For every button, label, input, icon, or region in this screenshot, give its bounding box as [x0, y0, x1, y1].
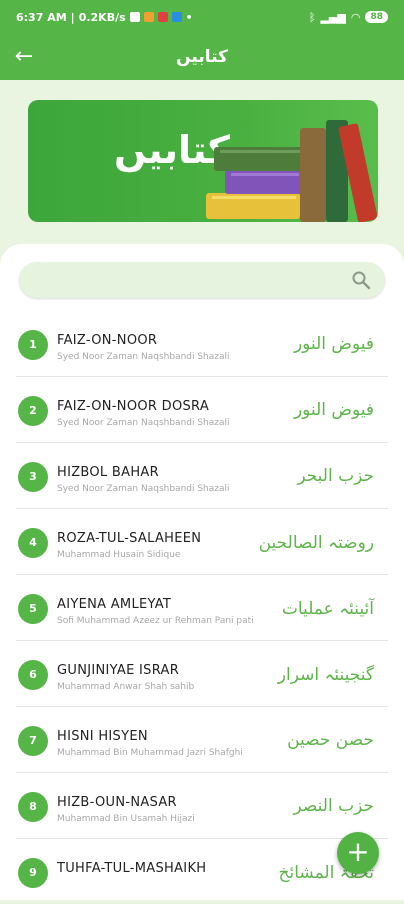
banner: کتابیں — [28, 100, 378, 222]
book-author: Muhammad Bin Muhammad Jazri Shafghi — [57, 748, 243, 758]
page-title: کتابیں — [176, 47, 228, 67]
book-author: Muhammad Anwar Shah sahib — [57, 682, 195, 692]
notification-icon — [129, 12, 140, 22]
book-title-english: GUNJINIYAE ISRAR — [57, 663, 180, 678]
number-badge: 1 — [18, 330, 48, 360]
status-left: 6:37 AM | 0.2KB/s • — [16, 11, 193, 24]
book-title-urdu: حزب النصر — [293, 796, 374, 816]
search-bar[interactable] — [19, 262, 385, 298]
book-title-english: ROZA-TUL-SALAHEEN — [57, 531, 202, 546]
book-author: Sofi Muhammad Azeez ur Rehman Pani pati — [57, 616, 254, 626]
badge-number: 5 — [29, 602, 37, 615]
status-bar: 6:37 AM | 0.2KB/s • ᛒ ▂▄▆ ◠ 88 — [0, 0, 404, 34]
list-item[interactable]: 7 HISNI HISYEN Muhammad Bin Muhammad Jaz… — [16, 706, 388, 773]
book-author: Muhammad Bin Usamah Hijazi — [57, 814, 195, 824]
dot-icon: • — [185, 10, 193, 24]
status-speed: 0.2KB/s — [78, 10, 126, 24]
number-badge: 8 — [18, 792, 48, 822]
book-title-english: FAIZ-ON-NOOR — [57, 333, 158, 348]
badge-number: 7 — [29, 734, 37, 747]
number-badge: 7 — [18, 726, 48, 756]
book-author: Syed Noor Zaman Naqshbandi Shazali — [57, 418, 230, 428]
list-item[interactable]: 9 TUHFA-TUL-MASHAIKH تحفۃ المشائخ — [16, 838, 388, 904]
number-badge: 6 — [18, 660, 48, 690]
badge-number: 4 — [29, 536, 37, 549]
book-title-urdu: حزب البحر — [297, 466, 374, 486]
book-title-urdu: فیوض النور — [293, 400, 374, 420]
book-title-urdu: روضتہ الصالحین — [258, 533, 374, 553]
battery-icon: 88 — [365, 11, 388, 23]
book-title-urdu: فیوض النور — [293, 334, 374, 354]
badge-number: 3 — [29, 470, 37, 483]
list-item[interactable]: 4 ROZA-TUL-SALAHEEN Muhammad Husain Sidi… — [16, 508, 388, 575]
books-illustration-icon — [206, 120, 378, 222]
book-title-english: HISNI HISYEN — [57, 729, 148, 744]
number-badge: 2 — [18, 396, 48, 426]
number-badge: 9 — [18, 858, 48, 888]
book-author: Syed Noor Zaman Naqshbandi Shazali — [57, 484, 230, 494]
list-item[interactable]: 5 AIYENA AMLEYAT Sofi Muhammad Azeez ur … — [16, 574, 388, 641]
book-title-english: AIYENA AMLEYAT — [57, 597, 172, 612]
app-bar: ← کتابیں — [0, 34, 404, 80]
badge-number: 9 — [29, 866, 37, 879]
book-author: Syed Noor Zaman Naqshbandi Shazali — [57, 352, 230, 362]
badge-number: 8 — [29, 800, 37, 813]
back-arrow-icon[interactable]: ← — [10, 43, 38, 71]
bluetooth-icon: ᛒ — [308, 10, 316, 24]
app-notification-icon — [157, 12, 168, 22]
badge-number: 2 — [29, 404, 37, 417]
app-notification-icon — [143, 12, 154, 22]
wifi-icon: ◠ — [350, 10, 361, 24]
list-item[interactable]: 1 FAIZ-ON-NOOR Syed Noor Zaman Naqshband… — [16, 310, 388, 377]
add-button[interactable]: + — [337, 832, 379, 874]
search-icon[interactable] — [351, 270, 371, 290]
book-author: Muhammad Husain Sidique — [57, 550, 181, 560]
book-title-urdu: گنجینئہ اسرار — [277, 665, 374, 685]
twitter-icon — [171, 12, 182, 22]
list-item[interactable]: 8 HIZB-OUN-NASAR Muhammad Bin Usamah Hij… — [16, 772, 388, 839]
book-title-english: HIZBOL BAHAR — [57, 465, 159, 480]
number-badge: 4 — [18, 528, 48, 558]
signal-icon: ▂▄▆ — [320, 10, 346, 24]
list-item[interactable]: 3 HIZBOL BAHAR Syed Noor Zaman Naqshband… — [16, 442, 388, 509]
number-badge: 3 — [18, 462, 48, 492]
status-right: ᛒ ▂▄▆ ◠ 88 — [309, 11, 388, 24]
book-title-english: TUHFA-TUL-MASHAIKH — [57, 861, 207, 876]
book-title-urdu: حصن حصین — [287, 730, 374, 750]
book-title-english: HIZB-OUN-NASAR — [57, 795, 177, 810]
book-title-english: FAIZ-ON-NOOR DOSRA — [57, 399, 210, 414]
badge-number: 6 — [29, 668, 37, 681]
status-time: 6:37 AM — [16, 10, 67, 24]
status-separator: | — [70, 10, 75, 24]
list-item[interactable]: 6 GUNJINIYAE ISRAR Muhammad Anwar Shah s… — [16, 640, 388, 707]
book-title-urdu: آئینئہ عملیات — [281, 599, 374, 619]
number-badge: 5 — [18, 594, 48, 624]
list-item[interactable]: 2 FAIZ-ON-NOOR DOSRA Syed Noor Zaman Naq… — [16, 376, 388, 443]
badge-number: 1 — [29, 338, 37, 351]
